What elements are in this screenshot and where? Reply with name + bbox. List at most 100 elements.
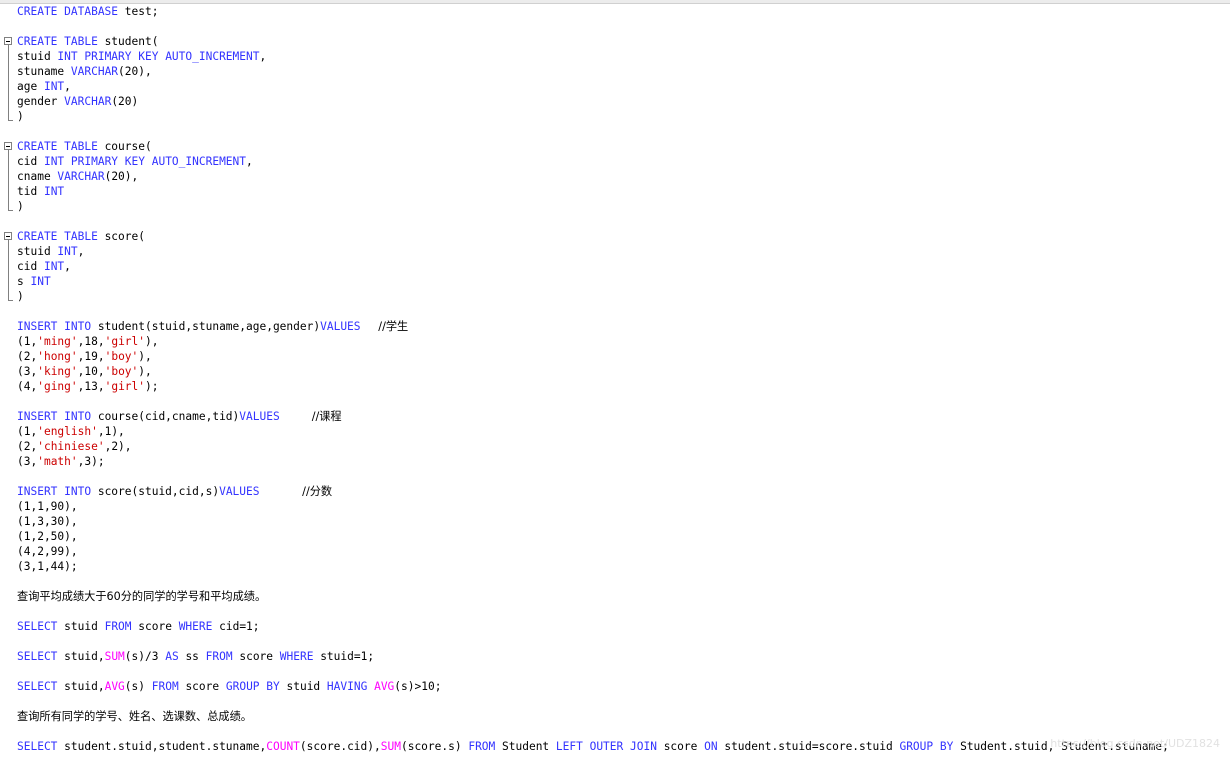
code-token-plain: course(cid,cname,tid) (91, 410, 240, 423)
code-token-str: 'chiniese' (37, 440, 105, 453)
code-token-plain: (4, (17, 380, 38, 393)
code-line[interactable]: (3,'math',3); (17, 454, 105, 469)
code-token-plain: , (246, 155, 253, 168)
code-line[interactable]: INSERT INTO score(stuid,cid,s)VALUES //分… (17, 484, 332, 499)
code-token-kw: VARCHAR (64, 95, 112, 108)
code-line[interactable]: CREATE TABLE course( (17, 139, 152, 154)
code-token-kw: CREATE TABLE (17, 140, 98, 153)
code-token-plain: test; (118, 5, 159, 18)
code-line[interactable]: (3,1,44); (17, 559, 78, 574)
code-token-kw: FROM (104, 620, 132, 633)
code-token-kw: SELECT (17, 740, 58, 753)
code-line[interactable]: cid INT PRIMARY KEY AUTO_INCREMENT, (17, 154, 253, 169)
code-line[interactable]: (1,'english',1), (17, 424, 125, 439)
code-token-plain: ) (17, 290, 24, 303)
code-token-kw: SELECT (17, 680, 58, 693)
code-line[interactable]: 查询所有同学的学号、姓名、选课数、总成绩。 (17, 709, 252, 724)
code-line[interactable]: INSERT INTO student(stuid,stuname,age,ge… (17, 319, 408, 334)
code-line[interactable]: CREATE TABLE student( (17, 34, 158, 49)
code-token-kw: VALUES (219, 485, 260, 498)
code-token-plain: cid=1; (212, 620, 260, 633)
code-token-plain: cname (17, 170, 58, 183)
fold-toggle-icon[interactable] (4, 142, 12, 150)
code-token-fn: AVG (374, 680, 395, 693)
code-line[interactable]: ) (17, 199, 24, 214)
code-line[interactable]: (2,'hong',19,'boy'), (17, 349, 152, 364)
fold-guide-line (8, 240, 9, 300)
code-line[interactable]: 查询平均成绩大于60分的同学的学号和平均成绩。 (17, 589, 266, 604)
code-token-plain: stuid (57, 620, 105, 633)
code-token-plain: (score.s) (400, 740, 469, 753)
code-line[interactable]: cname VARCHAR(20), (17, 169, 138, 184)
code-token-kw: HAVING (326, 680, 368, 693)
code-token-plain: (20) (111, 95, 139, 108)
code-line[interactable]: ) (17, 109, 24, 124)
code-token-plain: score (178, 680, 226, 693)
code-token-plain: (1,3,30), (17, 515, 78, 528)
code-token-plain: stuid (17, 245, 58, 258)
code-line[interactable]: stuname VARCHAR(20), (17, 64, 152, 79)
code-token-plain: ss (178, 650, 206, 663)
code-token-fn: COUNT (266, 740, 300, 753)
fold-end-marker (8, 120, 13, 121)
code-line[interactable]: (4,2,99), (17, 544, 78, 559)
fold-toggle-icon[interactable] (4, 232, 12, 240)
code-line[interactable]: SELECT stuid FROM score WHERE cid=1; (17, 619, 260, 634)
code-line[interactable]: CREATE TABLE score( (17, 229, 145, 244)
code-token-plain: (3,1,44); (17, 560, 78, 573)
code-token-kw: GROUP BY (225, 680, 280, 693)
code-token-plain: stuid=1; (313, 650, 375, 663)
code-line[interactable]: gender VARCHAR(20) (17, 94, 138, 109)
code-line[interactable]: cid INT, (17, 259, 71, 274)
code-line[interactable]: SELECT stuid,SUM(s)/3 AS ss FROM score W… (17, 649, 374, 664)
code-line[interactable]: SELECT student.stuid,student.stuname,COU… (17, 739, 1169, 754)
code-token-kw: INSERT INTO (17, 410, 92, 423)
code-token-plain: s (17, 275, 31, 288)
code-token-str: 'girl' (104, 335, 146, 348)
code-line[interactable]: stuid INT, (17, 244, 84, 259)
code-token-plain: gender (17, 95, 65, 108)
code-token-plain: (1, (17, 425, 38, 438)
code-token-str: 'boy' (104, 350, 139, 363)
code-token-plain: student(stuid,stuname,age,gender) (91, 320, 321, 333)
code-line[interactable]: (3,'king',10,'boy'), (17, 364, 152, 379)
code-token-kw: INT (30, 275, 51, 288)
code-token-plain: ,10, (77, 365, 105, 378)
code-token-plain: (1,1,90), (17, 500, 78, 513)
code-token-plain: ,18, (77, 335, 105, 348)
code-line[interactable]: age INT, (17, 79, 71, 94)
code-line[interactable]: (1,1,90), (17, 499, 78, 514)
code-line[interactable]: ) (17, 289, 24, 304)
fold-toggle-icon[interactable] (4, 37, 12, 45)
code-token-plain: stuid, (57, 680, 105, 693)
code-token-plain: stuname (17, 65, 71, 78)
code-token-plain: score(stuid,cid,s) (91, 485, 220, 498)
code-line[interactable]: tid INT (17, 184, 64, 199)
fold-guide-line (8, 150, 9, 210)
code-token-kw: AS (165, 650, 179, 663)
code-line[interactable]: (1,3,30), (17, 514, 78, 529)
code-token-plain: course( (97, 140, 152, 153)
code-line[interactable]: SELECT stuid,AVG(s) FROM score GROUP BY … (17, 679, 441, 694)
code-token-plain: (20), (118, 65, 152, 78)
code-line[interactable]: CREATE DATABASE test; (17, 4, 158, 19)
sql-editor[interactable]: CREATE DATABASE test; CREATE TABLE studen… (0, 3, 1230, 761)
code-line[interactable]: (1,2,50), (17, 529, 78, 544)
code-token-cmt: 查询平均成绩大于60分的同学的学号和平均成绩。 (17, 590, 267, 603)
code-token-kw: INT PRIMARY KEY AUTO_INCREMENT (57, 50, 260, 63)
code-line[interactable]: (4,'ging',13,'girl'); (17, 379, 159, 394)
code-token-kw: VALUES (320, 320, 361, 333)
code-token-kw: CREATE DATABASE (17, 5, 119, 18)
code-line[interactable]: (1,'ming',18,'girl'), (17, 334, 159, 349)
code-token-kw: INSERT INTO (17, 485, 92, 498)
code-token-plain: (score.cid), (299, 740, 381, 753)
code-line[interactable]: (2,'chiniese',2), (17, 439, 132, 454)
code-token-plain: ,1), (97, 425, 125, 438)
code-token-kw: GROUP BY (899, 740, 954, 753)
code-line[interactable]: INSERT INTO course(cid,cname,tid)VALUES … (17, 409, 342, 424)
code-token-kw: INT (43, 80, 65, 93)
code-token-kw: FROM (468, 740, 496, 753)
code-line[interactable]: s INT (17, 274, 51, 289)
code-token-plain: ) (17, 110, 24, 123)
code-line[interactable]: stuid INT PRIMARY KEY AUTO_INCREMENT, (17, 49, 266, 64)
